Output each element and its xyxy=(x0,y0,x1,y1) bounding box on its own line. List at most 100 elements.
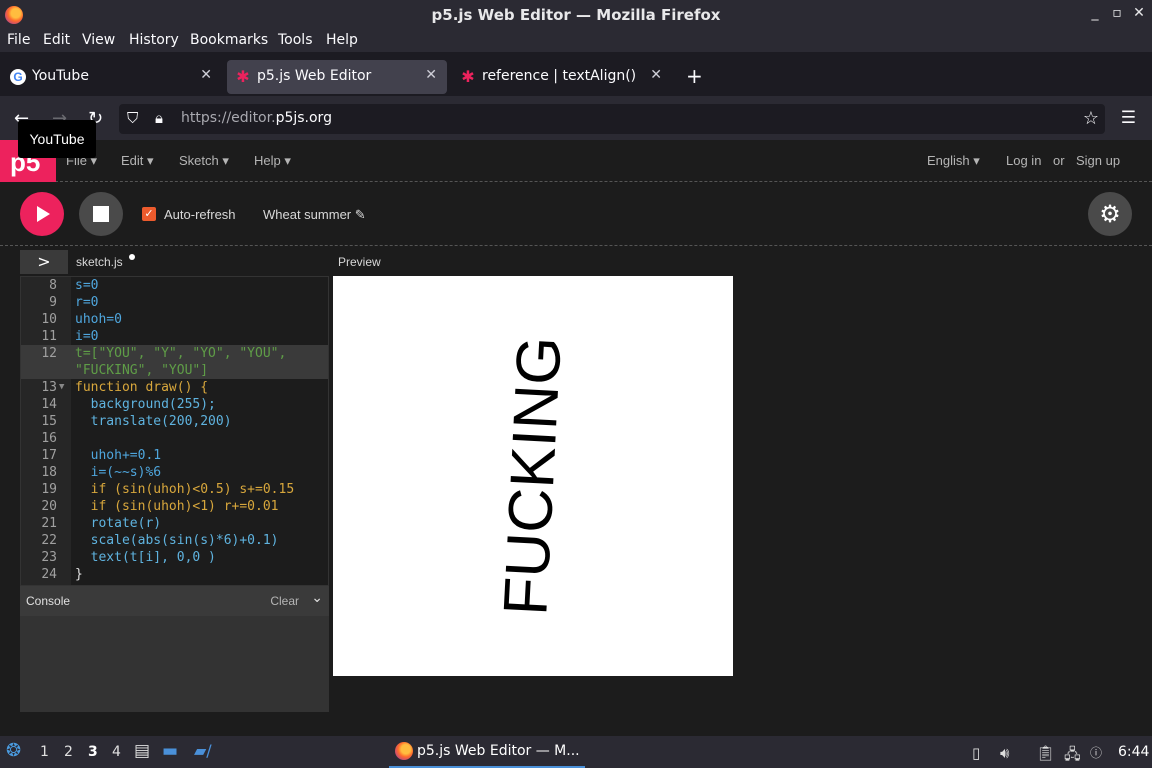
menu-help[interactable]: Help xyxy=(326,32,358,48)
auto-refresh-label[interactable]: Auto-refresh xyxy=(164,207,236,222)
code-line[interactable]: 20 if (sin(uhoh)<1) r+=0.01 xyxy=(21,498,328,515)
file-manager-icon[interactable]: ▤ xyxy=(134,741,150,761)
menu-tools[interactable]: Tools xyxy=(278,32,313,48)
code-line-active[interactable]: "FUCKING", "YOU"] xyxy=(21,362,328,379)
p5-menu-help[interactable]: Help ▾ xyxy=(254,153,291,169)
workspace-4[interactable]: 4 xyxy=(112,744,121,760)
code-line[interactable]: 22 scale(abs(sin(s)*6)+0.1) xyxy=(21,532,328,549)
workspace-1[interactable]: 1 xyxy=(40,744,49,760)
code-line[interactable]: 18 i=(~~s)%6 xyxy=(21,464,328,481)
code-line[interactable]: 23 text(t[i], 0,0 ) xyxy=(21,549,328,566)
close-tab-icon[interactable]: ✕ xyxy=(425,67,437,83)
p5-toolbar: ✓ Auto-refresh Wheat summer ✎ ⚙ xyxy=(0,182,1152,246)
p5-asterisk-icon: ✱ xyxy=(236,67,250,86)
clipboard-icon[interactable]: 📋︎ xyxy=(1036,744,1055,762)
code-line[interactable]: 10 uhoh=0 xyxy=(21,311,328,328)
taskbar-firefox-task[interactable]: p5.js Web Editor — M... xyxy=(389,736,585,768)
tab-label: YouTube xyxy=(32,68,89,84)
editor-content: > sketch.js Preview 8 s=0 9 r=0 10 uhoh=0 1… xyxy=(0,246,1152,736)
or-text: or xyxy=(1053,153,1065,168)
task-label: p5.js Web Editor — M... xyxy=(417,743,580,759)
console-output[interactable] xyxy=(20,616,329,712)
p5-menu-edit[interactable]: Edit ▾ xyxy=(121,153,154,169)
tab-label: reference | textAlign() xyxy=(482,68,637,84)
code-line-active[interactable]: 12 t=["YOU", "Y", "YO", "YOU", xyxy=(21,345,328,362)
tab-reference[interactable]: ✱ reference | textAlign() ✕ xyxy=(452,60,672,94)
settings-gear-icon[interactable]: ⚙ xyxy=(1088,192,1132,236)
close-window-button[interactable]: ✕ xyxy=(1130,5,1148,21)
menu-bookmarks[interactable]: Bookmarks xyxy=(190,32,268,48)
console-title: Console xyxy=(26,594,71,608)
menu-view[interactable]: View xyxy=(82,32,115,48)
battery-icon[interactable]: ▯ xyxy=(972,744,980,762)
shield-icon[interactable]: ⛉ xyxy=(127,109,138,127)
chevron-down-icon[interactable]: ⌄ xyxy=(311,590,323,606)
code-editor[interactable]: 8 s=0 9 r=0 10 uhoh=0 11 i=0 12 t=["YOU", "Y"… xyxy=(20,276,329,586)
url-text[interactable]: https://editor.p5js.org xyxy=(181,110,332,126)
code-line[interactable]: 19 if (sin(uhoh)<0.5) s+=0.15 xyxy=(21,481,328,498)
p5-asterisk-icon: ✱ xyxy=(461,67,475,86)
console-header: Console Clear ⌄ xyxy=(20,586,329,616)
tab-tooltip: YouTube xyxy=(18,120,96,158)
code-line[interactable]: 9 r=0 xyxy=(21,294,328,311)
tab-p5-editor[interactable]: ✱ p5.js Web Editor ✕ xyxy=(227,60,447,94)
bookmark-star-icon[interactable]: ☆ xyxy=(1083,108,1099,129)
sketch-preview-canvas[interactable]: FUCKING xyxy=(333,276,733,676)
unsaved-indicator xyxy=(129,254,135,260)
folder-icon[interactable]: ▰/ xyxy=(194,741,212,760)
firefox-icon xyxy=(395,742,413,760)
menubar: File Edit View History Bookmarks Tools H… xyxy=(0,30,1152,52)
p5-menu-sketch[interactable]: Sketch ▾ xyxy=(179,153,229,169)
auto-refresh-checkbox[interactable]: ✓ xyxy=(142,207,156,221)
code-line[interactable]: 11 i=0 xyxy=(21,328,328,345)
maximize-button[interactable]: ▫ xyxy=(1108,5,1126,21)
window-titlebar: p5.js Web Editor — Mozilla Firefox _ ▫ ✕ xyxy=(0,0,1152,30)
start-menu-icon[interactable]: ❂ xyxy=(6,740,21,761)
workspace-3[interactable]: 3 xyxy=(88,744,98,760)
url-bar[interactable]: ⛉ 🔒︎ https://editor.p5js.org ☆ xyxy=(119,104,1105,134)
preview-label: Preview xyxy=(338,255,381,269)
code-line[interactable]: 17 uhoh+=0.1 xyxy=(21,447,328,464)
new-tab-button[interactable]: + xyxy=(686,64,703,88)
volume-icon[interactable]: 🔊︎ xyxy=(1000,744,1009,762)
menu-history[interactable]: History xyxy=(129,32,179,48)
code-line[interactable]: 24} xyxy=(21,566,328,583)
tab-strip: G YouTube ✕ ✱ p5.js Web Editor ✕ ✱ refer… xyxy=(0,58,1152,96)
tab-youtube[interactable]: G YouTube ✕ xyxy=(2,60,222,94)
tab-label: p5.js Web Editor xyxy=(257,68,372,84)
console-clear-button[interactable]: Clear xyxy=(270,594,299,608)
window-title: p5.js Web Editor — Mozilla Firefox xyxy=(431,6,721,24)
code-line[interactable]: 16 xyxy=(21,430,328,447)
lock-icon[interactable]: 🔒︎ xyxy=(155,109,163,127)
network-icon[interactable]: 🖧 xyxy=(1064,744,1081,768)
sidebar-toggle-button[interactable]: > xyxy=(20,250,68,274)
language-select[interactable]: English ▾ xyxy=(927,153,980,169)
navigation-bar: ← → ↻ ⛉ 🔒︎ https://editor.p5js.org ☆ ☰ xyxy=(0,96,1152,140)
file-tab-name[interactable]: sketch.js xyxy=(76,255,123,269)
p5-navbar: p5 File ▾ Edit ▾ Sketch ▾ Help ▾ English… xyxy=(0,140,1152,182)
hamburger-menu-icon[interactable]: ☰ xyxy=(1121,108,1136,128)
code-line[interactable]: 14 background(255); xyxy=(21,396,328,413)
code-line[interactable]: 13 ▼ function draw() { xyxy=(21,379,328,396)
desktop-icon[interactable]: ▬ xyxy=(162,741,178,761)
workspace-2[interactable]: 2 xyxy=(64,744,73,760)
login-link[interactable]: Log in xyxy=(1006,153,1041,168)
canvas-text: FUCKING xyxy=(491,334,575,618)
sketch-name[interactable]: Wheat summer ✎ xyxy=(263,207,366,223)
menu-file[interactable]: File xyxy=(7,32,30,48)
fold-arrow-icon[interactable]: ▼ xyxy=(59,379,64,396)
close-tab-icon[interactable]: ✕ xyxy=(200,67,212,83)
signup-link[interactable]: Sign up xyxy=(1076,153,1120,168)
clock: 6:44 xyxy=(1118,744,1150,760)
google-icon: G xyxy=(10,69,26,85)
os-taskbar: ❂ 1 2 3 4 ▤ ▬ ▰/ p5.js Web Editor — M...… xyxy=(0,736,1152,768)
code-line[interactable]: 8 s=0 xyxy=(21,277,328,294)
close-tab-icon[interactable]: ✕ xyxy=(650,67,662,83)
notification-icon[interactable]: ⓘ xyxy=(1090,744,1102,761)
code-line[interactable]: 21 rotate(r) xyxy=(21,515,328,532)
code-line[interactable]: 15 translate(200,200) xyxy=(21,413,328,430)
stop-button[interactable] xyxy=(79,192,123,236)
menu-edit[interactable]: Edit xyxy=(43,32,70,48)
minimize-button[interactable]: _ xyxy=(1086,5,1104,21)
play-button[interactable] xyxy=(20,192,64,236)
